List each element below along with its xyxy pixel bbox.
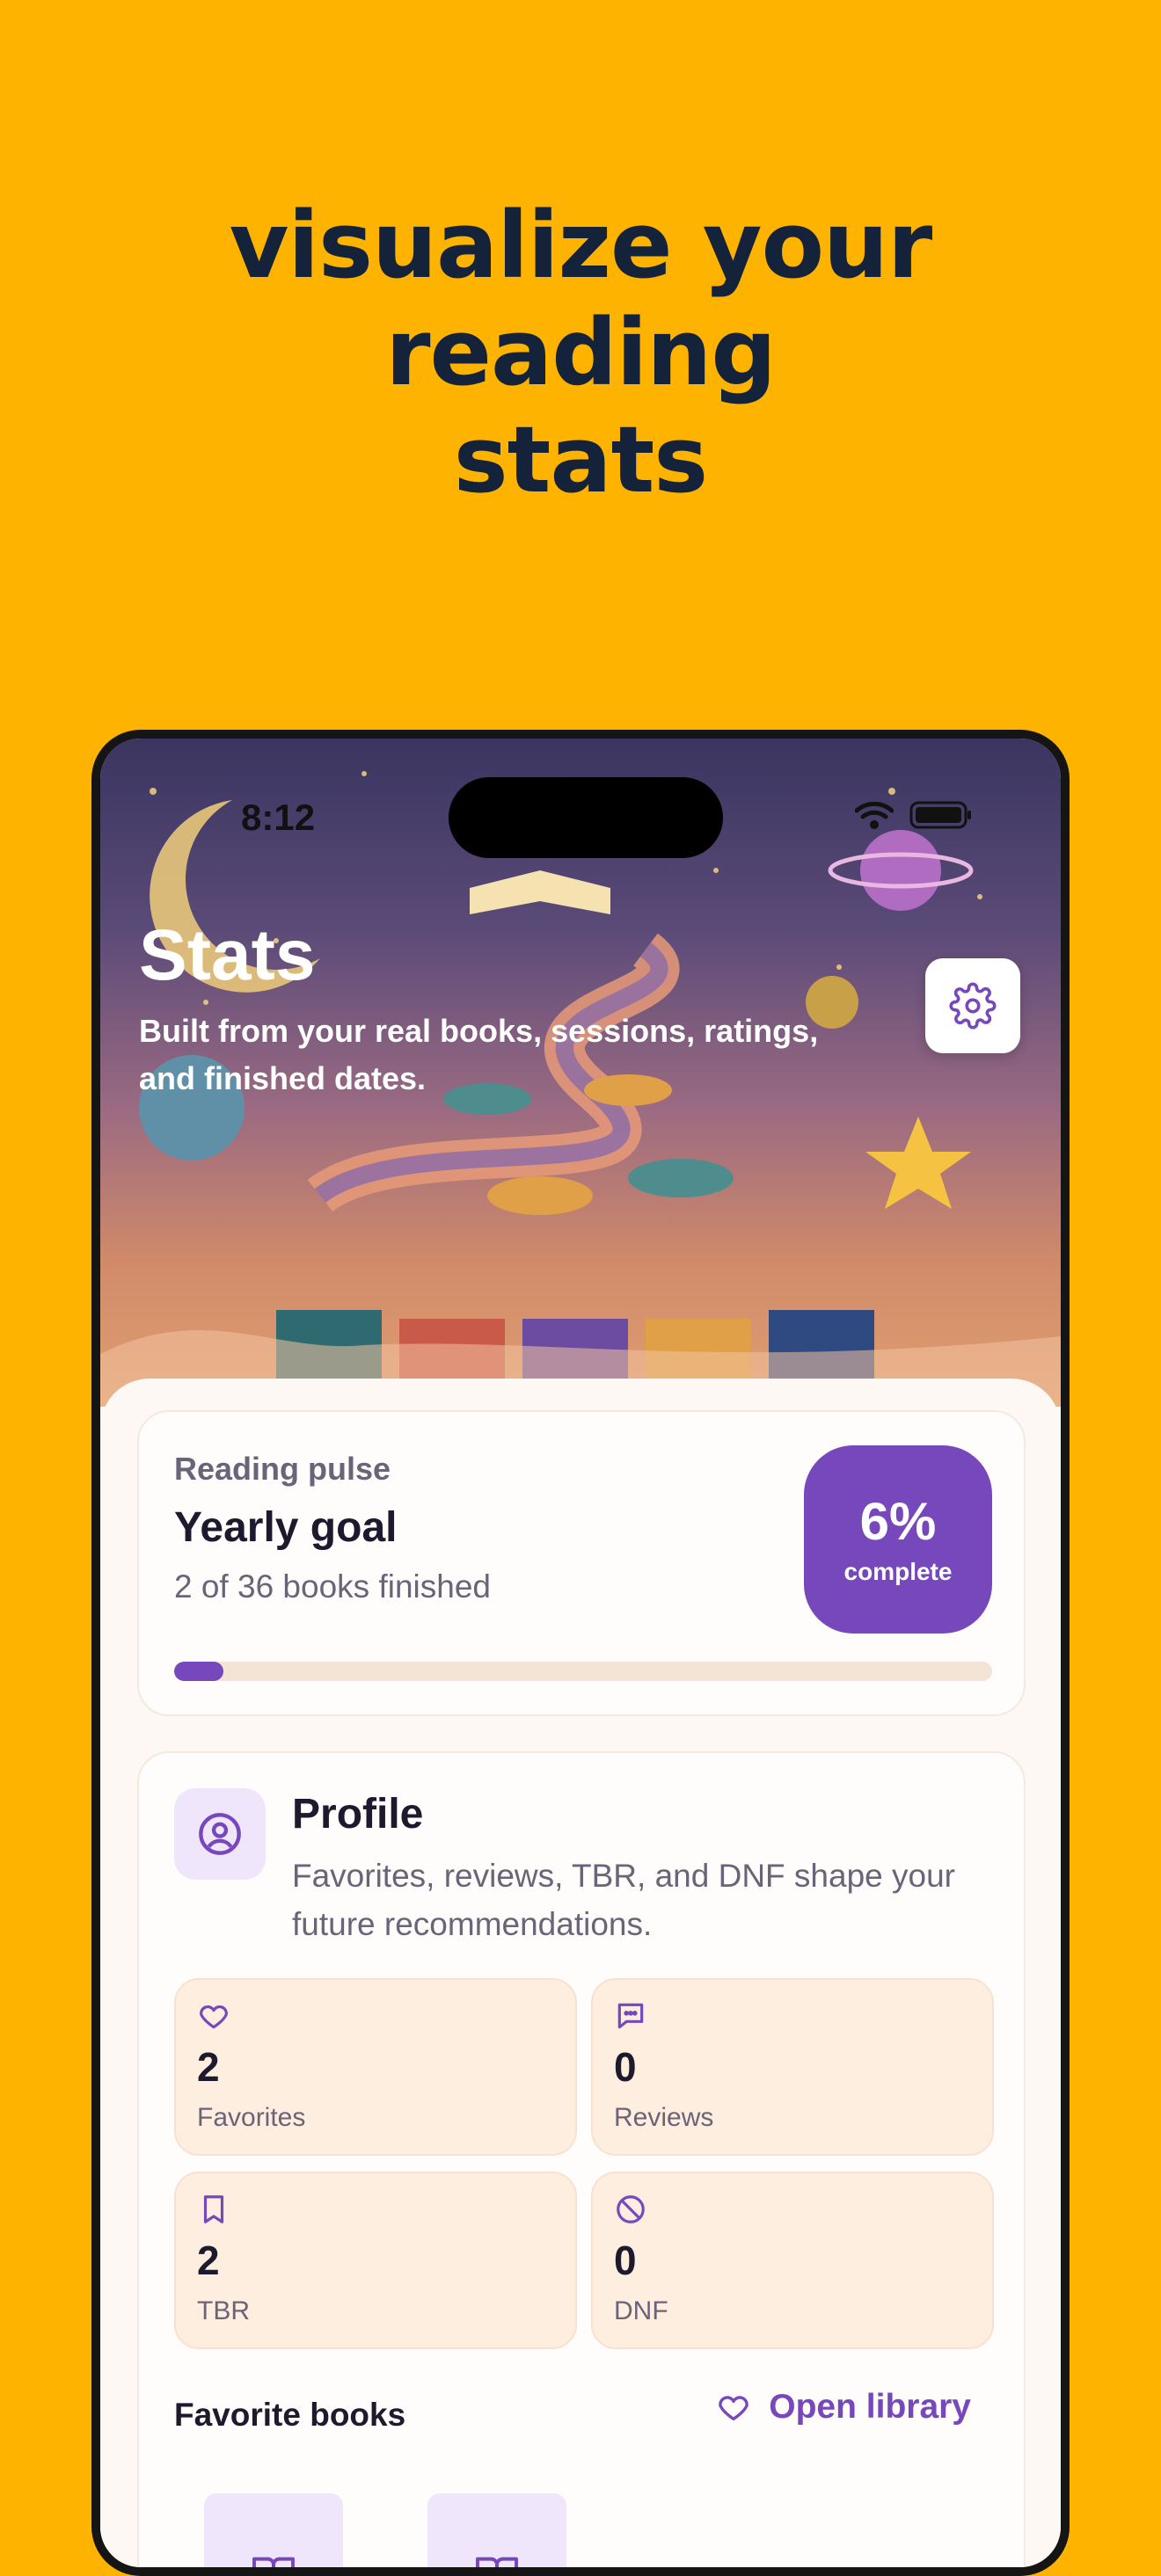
dynamic-island (449, 777, 723, 858)
profile-card: Profile Favorites, reviews, TBR, and DNF… (137, 1751, 1026, 2567)
stat-value: 0 (614, 2044, 637, 2090)
stat-favorites[interactable]: 2 Favorites (174, 1978, 577, 2156)
stat-value: 0 (614, 2238, 637, 2283)
stat-tbr[interactable]: 2 TBR (174, 2172, 577, 2349)
status-icons (855, 800, 973, 830)
profile-description: Favorites, reviews, TBR, and DNF shape y… (292, 1858, 955, 1942)
favorite-book-cover[interactable]: D (204, 2493, 343, 2567)
wifi-icon (855, 801, 894, 829)
goal-kicker: Reading pulse (174, 1451, 391, 1487)
goal-percent: 6% (859, 1492, 937, 1551)
status-time: 8:12 (241, 797, 316, 838)
favorite-book-cover[interactable]: Ti (427, 2493, 566, 2567)
goal-progress-fill (174, 1662, 223, 1681)
stat-dnf[interactable]: 0 DNF (591, 2172, 994, 2349)
user-circle-icon (199, 1813, 241, 1855)
open-library-button[interactable]: Open library (716, 2388, 971, 2427)
goal-complete-label: complete (843, 1558, 953, 1585)
headline-line-2: reading (385, 299, 777, 406)
ban-icon (617, 2195, 645, 2223)
stat-label: TBR (197, 2296, 250, 2325)
headline: visualize your reading stats (0, 192, 1161, 513)
yearly-goal-card[interactable]: Reading pulse Yearly goal 2 of 36 books … (137, 1410, 1026, 1716)
stat-value: 2 (197, 2044, 220, 2090)
page-title: Stats (139, 915, 316, 995)
page-subtitle: Built from your real books, sessions, ra… (139, 1013, 819, 1096)
profile-icon-tile (174, 1788, 266, 1880)
goal-progress-bar (174, 1662, 992, 1681)
battery-icon (909, 801, 971, 829)
message-bubble-icon (617, 2003, 644, 2029)
headline-line-1: visualize your (229, 192, 933, 299)
stat-label: Reviews (614, 2103, 714, 2132)
open-library-label: Open library (769, 2388, 971, 2426)
open-book-icon (252, 2557, 295, 2567)
phone-frame: 8:12 Stats Built from your real books, s… (91, 730, 1070, 2576)
open-book-icon (476, 2557, 518, 2567)
profile-title: Profile (292, 1791, 424, 1837)
heart-icon (719, 2396, 748, 2420)
favorite-books-heading: Favorite books (174, 2397, 406, 2433)
goal-progress-text: 2 of 36 books finished (174, 1568, 491, 1605)
settings-button[interactable] (925, 958, 1020, 1053)
stat-label: DNF (614, 2296, 668, 2325)
stat-value: 2 (197, 2238, 220, 2283)
gear-icon (949, 982, 997, 1030)
goal-title: Yearly goal (174, 1504, 398, 1551)
phone-screen: 8:12 Stats Built from your real books, s… (100, 739, 1061, 2567)
content-sheet: Reading pulse Yearly goal 2 of 36 books … (100, 1379, 1061, 2567)
goal-percent-badge: 6% complete (804, 1445, 992, 1634)
stat-reviews[interactable]: 0 Reviews (591, 1978, 994, 2156)
headline-line-3: stats (453, 406, 708, 513)
stat-label: Favorites (197, 2103, 306, 2132)
bookmark-icon (203, 2195, 224, 2223)
heart-icon (200, 2005, 228, 2029)
